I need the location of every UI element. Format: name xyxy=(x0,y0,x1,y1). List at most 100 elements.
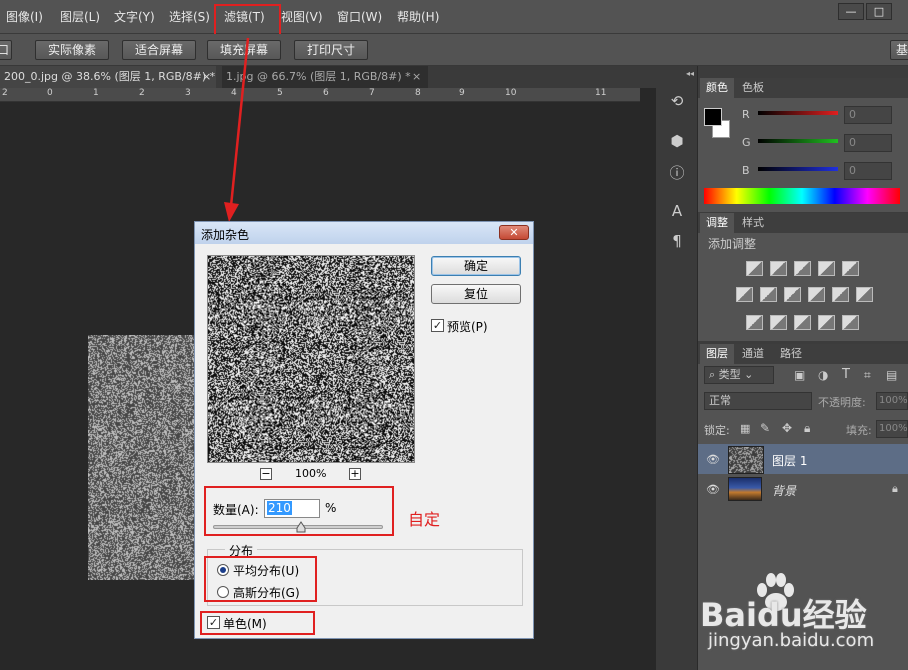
g-channel-label: G xyxy=(742,136,751,149)
threshold-icon[interactable] xyxy=(794,315,811,330)
ruler-tick: 1 xyxy=(93,88,99,98)
color-balance-icon[interactable] xyxy=(760,287,777,302)
menu-image[interactable]: 图像(I) xyxy=(6,8,43,25)
menu-help[interactable]: 帮助(H) xyxy=(397,8,439,25)
actual-pixels-button[interactable]: 实际像素 xyxy=(35,40,109,60)
options-stub-button[interactable]: 口 xyxy=(0,40,12,60)
restore-button[interactable]: □ xyxy=(866,3,892,20)
workspace-button[interactable]: 基 xyxy=(890,40,908,60)
lock-label: 锁定: xyxy=(704,424,730,437)
channel-mixer-icon[interactable] xyxy=(832,287,849,302)
r-channel-input[interactable]: 0 xyxy=(844,106,892,124)
ok-button[interactable]: 确定 xyxy=(431,256,521,276)
tab-layers[interactable]: 图层 xyxy=(700,344,734,364)
layer-thumbnail xyxy=(728,446,764,474)
menu-select[interactable]: 选择(S) xyxy=(169,8,210,25)
opacity-label: 不透明度: xyxy=(818,396,866,409)
fit-screen-button[interactable]: 适合屏幕 xyxy=(122,40,196,60)
noisy-document-image[interactable] xyxy=(88,335,198,580)
3d-cube-icon[interactable]: ⬢ xyxy=(666,132,688,152)
dialog-titlebar: 添加杂色 xyxy=(195,222,533,244)
dialog-close-button[interactable]: ✕ xyxy=(499,225,529,240)
minimize-button[interactable]: — xyxy=(838,3,864,20)
horizontal-ruler: 2 0 1 2 3 4 5 6 7 8 9 10 11 xyxy=(0,88,640,102)
curves-icon[interactable] xyxy=(794,261,811,276)
black-white-icon[interactable] xyxy=(784,287,801,302)
selective-color-icon[interactable] xyxy=(818,315,835,330)
menu-view[interactable]: 视图(V) xyxy=(281,8,323,25)
ruler-tick: 3 xyxy=(185,88,191,98)
r-channel-label: R xyxy=(742,108,750,121)
tab-adjustments[interactable]: 调整 xyxy=(700,213,734,233)
ruler-tick: 11 xyxy=(595,88,607,98)
zoom-in-button[interactable]: + xyxy=(349,468,361,480)
fill-input[interactable]: 100% xyxy=(876,420,908,438)
lock-position-icon[interactable]: ✥ xyxy=(782,421,792,435)
gradient-map-icon[interactable] xyxy=(842,315,859,330)
filter-smart-object-icon[interactable]: ▤ xyxy=(886,368,897,382)
layer-filter-dropdown[interactable]: ⌕ 类型 ⌄ xyxy=(704,366,774,384)
tab-color[interactable]: 颜色 xyxy=(700,78,734,98)
reset-button[interactable]: 复位 xyxy=(431,284,521,304)
history-icon[interactable]: ⟲ xyxy=(666,92,688,112)
layer-name: 背景 xyxy=(772,484,797,498)
noise-preview[interactable] xyxy=(207,255,415,463)
layer-row-1[interactable]: 👁︎ 图层 1 xyxy=(698,444,908,474)
tab-styles[interactable]: 样式 xyxy=(736,213,770,233)
layer-row-background[interactable]: 👁︎ 背景 🔒︎ xyxy=(698,474,908,504)
menu-type[interactable]: 文字(Y) xyxy=(114,8,155,25)
lock-all-icon[interactable]: 🔒︎ xyxy=(804,421,810,436)
hue-saturation-icon[interactable] xyxy=(736,287,753,302)
brightness-icon[interactable] xyxy=(746,261,763,276)
print-size-button[interactable]: 打印尺寸 xyxy=(294,40,368,60)
r-channel-slider[interactable] xyxy=(758,111,838,115)
opacity-input[interactable]: 100% xyxy=(876,392,908,410)
checkmark-icon: ✓ xyxy=(432,319,443,332)
visibility-eye-icon[interactable]: 👁︎ xyxy=(706,483,720,496)
b-channel-label: B xyxy=(742,164,750,177)
menu-window[interactable]: 窗口(W) xyxy=(337,8,382,25)
lock-transparency-icon[interactable]: ▦ xyxy=(740,422,750,435)
b-channel-slider[interactable] xyxy=(758,167,838,171)
highlight-filter-menu xyxy=(214,4,281,37)
photo-filter-icon[interactable] xyxy=(808,287,825,302)
preview-checkbox[interactable]: ✓ xyxy=(431,319,444,332)
g-channel-input[interactable]: 0 xyxy=(844,134,892,152)
tab-doc-1[interactable]: 200_0.jpg @ 38.6% (图层 1, RGB/8#) * × xyxy=(0,66,216,88)
invert-icon[interactable] xyxy=(746,315,763,330)
filter-adjustment-icon[interactable]: ◑ xyxy=(818,368,828,382)
tab-doc-1-close-icon[interactable]: × xyxy=(202,66,211,88)
ruler-tick: 5 xyxy=(277,88,283,98)
blend-mode-dropdown[interactable]: 正常 xyxy=(704,392,812,410)
options-bar: 口 实际像素 适合屏幕 填充屏幕 打印尺寸 基 xyxy=(0,34,908,66)
foreground-color-swatch[interactable] xyxy=(704,108,722,126)
color-spectrum-bar[interactable] xyxy=(704,188,900,204)
collapse-icon[interactable]: ◂◂ xyxy=(686,69,694,78)
visibility-eye-icon[interactable]: 👁︎ xyxy=(706,453,720,466)
paragraph-icon[interactable]: ¶ xyxy=(666,232,688,252)
tab-swatches[interactable]: 色板 xyxy=(736,78,770,98)
filter-type-icon[interactable]: T xyxy=(842,367,850,382)
document-tabs: 200_0.jpg @ 38.6% (图层 1, RGB/8#) * × 1.j… xyxy=(0,66,656,88)
lock-brush-icon[interactable]: ✎ xyxy=(760,421,770,435)
vibrance-icon[interactable] xyxy=(842,261,859,276)
ruler-tick: 7 xyxy=(369,88,375,98)
tab-channels[interactable]: 通道 xyxy=(736,344,770,364)
tab-doc-2-close-icon[interactable]: × xyxy=(412,66,421,88)
filter-pixel-icon[interactable]: ▣ xyxy=(794,368,805,382)
g-channel-slider[interactable] xyxy=(758,139,838,143)
b-channel-input[interactable]: 0 xyxy=(844,162,892,180)
exposure-icon[interactable] xyxy=(818,261,835,276)
fill-label: 填充: xyxy=(846,424,872,437)
posterize-icon[interactable] xyxy=(770,315,787,330)
filter-shape-icon[interactable]: ⌗ xyxy=(864,368,871,383)
color-lookup-icon[interactable] xyxy=(856,287,873,302)
levels-icon[interactable] xyxy=(770,261,787,276)
ruler-tick: 10 xyxy=(505,88,517,98)
zoom-out-button[interactable]: − xyxy=(260,468,272,480)
info-icon[interactable]: ⓘ xyxy=(666,162,688,182)
character-icon[interactable]: A xyxy=(666,202,688,222)
tab-paths[interactable]: 路径 xyxy=(774,344,808,364)
menu-layer[interactable]: 图层(L) xyxy=(60,8,100,25)
zoom-level: 100% xyxy=(295,467,327,480)
